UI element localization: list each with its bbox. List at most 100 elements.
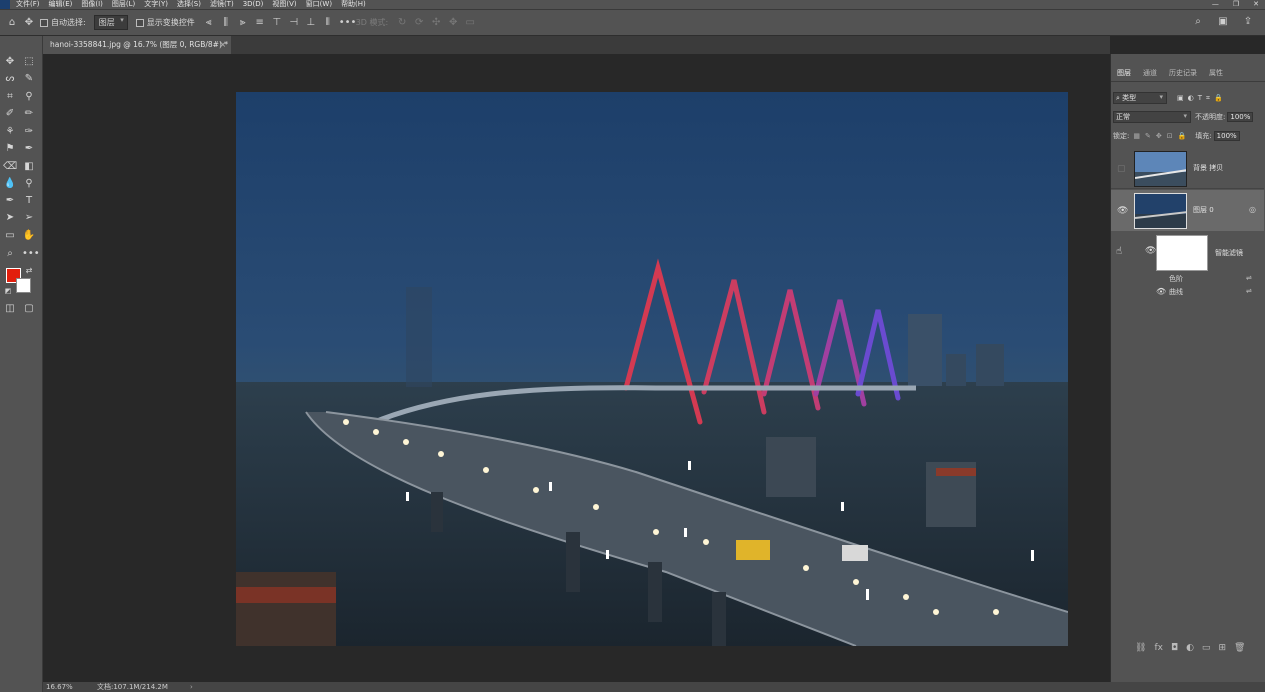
distribute-vertical-icon[interactable]: ≡ xyxy=(254,17,266,29)
quick-select-tool-icon[interactable]: ✎ xyxy=(22,72,36,86)
pen-tool-icon[interactable]: ✒ xyxy=(3,194,17,208)
home-icon[interactable]: ⌂ xyxy=(6,17,18,29)
menu-view[interactable]: 视图(V) xyxy=(272,0,296,9)
show-transform-option[interactable]: 显示变换控件 xyxy=(135,17,195,28)
eye-icon[interactable]: 👁 xyxy=(1117,206,1128,216)
align-hcenter-icon[interactable]: ⫼ xyxy=(220,17,232,29)
layer-style-icon[interactable]: fx xyxy=(1154,643,1163,653)
align-left-icon[interactable]: ⫷ xyxy=(203,17,215,29)
adjustment-layer-icon[interactable]: ◐ xyxy=(1186,643,1194,653)
type-tool-icon[interactable]: T xyxy=(22,194,36,208)
screen-mode-icon[interactable]: ▢ xyxy=(22,302,36,316)
history-brush-tool-icon[interactable]: ✑ xyxy=(22,125,36,139)
canvas-area[interactable] xyxy=(43,54,1110,682)
layer-visibility-toggle[interactable]: ▢ xyxy=(1117,164,1127,174)
new-group-icon[interactable]: ▭ xyxy=(1202,643,1211,653)
tab-layers[interactable]: 图层 xyxy=(1117,68,1131,78)
menu-image[interactable]: 图像(I) xyxy=(81,0,103,9)
menu-select[interactable]: 选择(S) xyxy=(177,0,201,9)
workspace-icon[interactable]: ▣ xyxy=(1217,16,1229,28)
filter-options-icon[interactable]: ⇌ xyxy=(1246,287,1252,295)
filter-item-curves[interactable]: 曲线 xyxy=(1169,287,1183,297)
opacity-input[interactable]: 100% xyxy=(1227,112,1254,122)
menu-help[interactable]: 帮助(H) xyxy=(341,0,366,9)
swap-colors-icon[interactable]: ⇄ xyxy=(22,264,36,278)
menu-3d[interactable]: 3D(D) xyxy=(243,0,264,9)
quick-mask-icon[interactable]: ◫ xyxy=(3,302,17,316)
eye-icon[interactable]: 👁 xyxy=(1156,287,1166,296)
eyedropper-tool-icon[interactable]: ⚲ xyxy=(22,90,36,104)
menu-file[interactable]: 文件(F) xyxy=(16,0,40,9)
search-icon[interactable]: ⌕ xyxy=(1192,16,1204,28)
new-layer-icon[interactable]: ⊞ xyxy=(1218,643,1226,653)
default-colors-icon[interactable]: ◩ xyxy=(1,284,15,298)
align-top-icon[interactable]: ⊤ xyxy=(271,17,283,29)
lasso-tool-icon[interactable]: ᔕ xyxy=(3,72,17,86)
smart-filters-label[interactable]: 智能滤镜 xyxy=(1215,248,1243,258)
dodge-tool-icon[interactable]: ⚲ xyxy=(22,177,36,191)
restore-button[interactable]: ❐ xyxy=(1233,0,1239,9)
delete-layer-icon[interactable]: 🗑 xyxy=(1234,643,1245,653)
marquee-tool-icon[interactable]: ⬚ xyxy=(22,55,36,69)
smart-filter-mask-thumbnail[interactable] xyxy=(1156,235,1208,271)
eraser-tool-icon[interactable]: ⌫ xyxy=(3,160,17,174)
document-canvas-image[interactable] xyxy=(236,92,1068,646)
link-layers-icon[interactable]: ⛓ xyxy=(1135,643,1146,653)
healing-brush-tool-icon[interactable]: ✐ xyxy=(3,107,17,121)
close-window-button[interactable]: ✕ xyxy=(1253,0,1259,9)
more-options-icon[interactable]: ••• xyxy=(339,17,357,29)
distribute-horizontal-icon[interactable]: ⦀ xyxy=(322,17,334,29)
layer-row-layer-0[interactable]: 👁 图层 0 ◎ xyxy=(1111,190,1264,231)
tab-channels[interactable]: 通道 xyxy=(1143,68,1157,78)
background-color-swatch[interactable] xyxy=(16,278,31,293)
blend-mode-dropdown[interactable]: 正常 xyxy=(1113,111,1191,123)
minimize-button[interactable]: — xyxy=(1212,0,1219,9)
crop-tool-icon[interactable]: ⌗ xyxy=(3,90,17,104)
align-bottom-icon[interactable]: ⊥ xyxy=(305,17,317,29)
auto-select-option[interactable]: 自动选择: xyxy=(40,17,86,28)
layer-filter-kind-dropdown[interactable]: ⌕ 类型 xyxy=(1113,92,1167,104)
zoom-level[interactable]: 16.67% xyxy=(46,683,73,691)
auto-select-target-dropdown[interactable]: 图层 xyxy=(93,15,128,30)
brush-tool-icon[interactable]: ✏ xyxy=(22,107,36,121)
show-transform-checkbox[interactable] xyxy=(135,18,144,27)
layer-name[interactable]: 图层 0 xyxy=(1193,205,1214,215)
align-vcenter-icon[interactable]: ⊣ xyxy=(288,17,300,29)
share-icon[interactable]: ⇪ xyxy=(1242,16,1254,28)
filter-item-levels[interactable]: 色阶 xyxy=(1169,274,1183,284)
menu-layer[interactable]: 图层(L) xyxy=(112,0,135,9)
move-tool-icon[interactable]: ✥ xyxy=(3,55,17,69)
gradient-tool-icon[interactable]: ◧ xyxy=(22,160,36,174)
edit-toolbar-icon[interactable]: ••• xyxy=(22,247,40,261)
eye-icon[interactable]: 👁 xyxy=(1145,246,1156,256)
rectangle-tool-icon[interactable]: ▭ xyxy=(3,229,17,243)
filter-options-icon[interactable]: ⇌ xyxy=(1246,274,1252,282)
menu-window[interactable]: 窗口(W) xyxy=(306,0,332,9)
lock-icons[interactable]: ▦✎✥⊡🔒 xyxy=(1133,132,1191,140)
hand-tool-icon[interactable]: ✋ xyxy=(22,229,36,243)
blur-tool-icon[interactable]: 💧 xyxy=(3,177,17,191)
tab-properties[interactable]: 属性 xyxy=(1209,68,1223,78)
tab-history[interactable]: 历史记录 xyxy=(1169,68,1197,78)
menu-edit[interactable]: 编辑(E) xyxy=(49,0,73,9)
clone-stamp-tool-icon[interactable]: ⚘ xyxy=(3,125,17,139)
auto-select-checkbox[interactable] xyxy=(40,18,48,27)
document-tab[interactable]: hanoi-3358841.jpg @ 16.7% (图层 0, RGB/8#)… xyxy=(43,36,231,54)
layer-name[interactable]: 背景 拷贝 xyxy=(1193,163,1223,173)
photoshop-logo-icon[interactable] xyxy=(0,0,10,9)
art-history-brush-icon[interactable]: ✒ xyxy=(22,142,36,156)
stamp-tool-icon[interactable]: ⚑ xyxy=(3,142,17,156)
layer-row-background-copy[interactable]: ▢ 背景 拷贝 xyxy=(1111,148,1264,189)
add-mask-icon[interactable]: ◘ xyxy=(1171,643,1178,653)
move-tool-preset-icon[interactable]: ✥ xyxy=(23,17,35,29)
filter-icons[interactable]: ▣◐T⌗🔒 xyxy=(1177,94,1227,103)
direct-selection-tool-icon[interactable]: ➢ xyxy=(22,211,36,225)
fill-input[interactable]: 100% xyxy=(1213,131,1240,141)
menu-type[interactable]: 文字(Y) xyxy=(144,0,168,9)
zoom-tool-icon[interactable]: ⌕ xyxy=(3,247,17,261)
path-selection-tool-icon[interactable]: ➤ xyxy=(3,211,17,225)
close-document-icon[interactable]: × xyxy=(220,36,226,54)
menu-filter[interactable]: 滤镜(T) xyxy=(210,0,234,9)
status-menu-arrow[interactable]: › xyxy=(190,682,193,692)
align-right-icon[interactable]: ⫸ xyxy=(237,17,249,29)
